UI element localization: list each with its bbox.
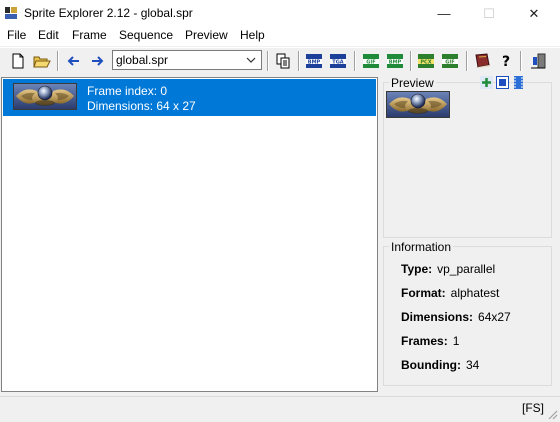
export-gif-icon: GIF	[442, 54, 458, 68]
forward-arrow-icon	[92, 56, 104, 66]
export-tga-icon: TGA	[330, 54, 346, 68]
status-bar: [FS]	[0, 396, 560, 422]
new-button[interactable]	[8, 51, 28, 71]
export-pcx-icon: PCX	[418, 54, 434, 68]
toolbar-separator	[267, 51, 268, 71]
preview-heading: Preview	[389, 76, 436, 90]
book-icon	[475, 53, 490, 68]
info-type-row: Type: vp_parallel	[401, 262, 495, 276]
list-item[interactable]: Frame index: 0 Dimensions: 64 x 27	[3, 79, 376, 116]
info-value: 1	[452, 334, 460, 348]
close-icon: ✕	[528, 5, 540, 21]
file-selector-value: global.spr	[116, 53, 169, 67]
frame-dimensions-label: Dimensions: 64 x 27	[87, 99, 196, 113]
toolbar-separator	[410, 51, 411, 71]
toolbar-separator	[466, 51, 467, 71]
svg-text:GIF: GIF	[445, 59, 454, 65]
menu-sequence[interactable]: Sequence	[119, 28, 173, 42]
window-title: Sprite Explorer 2.12 - global.spr	[24, 6, 193, 20]
menu-bar: File Edit Frame Sequence Preview Help	[0, 27, 560, 46]
information-panel: Information Type: vp_parallel Format: alph…	[383, 240, 552, 386]
maximize-button[interactable]: ☐	[467, 0, 511, 27]
info-value: alphatest	[450, 286, 500, 300]
open-folder-icon	[33, 56, 51, 68]
preview-panel: Preview	[383, 76, 552, 238]
svg-text:PCX: PCX	[420, 59, 431, 65]
help-button[interactable]: ?	[496, 51, 516, 71]
menu-help[interactable]: Help	[240, 28, 265, 42]
next-button[interactable]	[87, 51, 107, 71]
info-key: Dimensions:	[401, 310, 474, 324]
import-bmp-icon: BMP	[387, 54, 403, 68]
info-key: Type:	[401, 262, 433, 276]
minimize-button[interactable]: —	[422, 0, 466, 27]
export-bmp-button[interactable]: BMP	[304, 51, 324, 71]
open-button[interactable]	[32, 51, 52, 71]
info-dimensions-row: Dimensions: 64x27	[401, 310, 511, 324]
info-key: Format:	[401, 286, 446, 300]
svg-text:GIF: GIF	[366, 59, 375, 65]
maximize-icon: ☐	[483, 5, 495, 21]
exit-button[interactable]	[528, 51, 548, 71]
svg-text:BMP: BMP	[389, 59, 402, 65]
back-arrow-icon	[67, 56, 79, 66]
toolbar-separator	[57, 51, 58, 71]
export-gif-button[interactable]: GIF	[440, 51, 460, 71]
frame-thumbnail	[13, 83, 77, 110]
toolbar: global.spr BMP TGA GIF BMP PCX GIF ?	[0, 47, 560, 74]
menu-edit[interactable]: Edit	[38, 28, 59, 42]
copy-button[interactable]	[273, 51, 293, 71]
menu-preview[interactable]: Preview	[185, 28, 228, 42]
help-icon: ?	[502, 54, 510, 69]
export-tga-button[interactable]: TGA	[328, 51, 348, 71]
resize-grip-icon[interactable]	[547, 409, 559, 421]
svg-text:?: ?	[502, 54, 510, 69]
info-value: 64x27	[478, 310, 511, 324]
toolbar-separator	[354, 51, 355, 71]
svg-text:TGA: TGA	[332, 59, 344, 65]
info-key: Bounding:	[401, 358, 461, 372]
film-icon[interactable]	[512, 76, 525, 89]
info-format-row: Format: alphatest	[401, 286, 499, 300]
exit-icon	[531, 53, 546, 69]
minimize-icon: —	[437, 6, 451, 21]
add-icon[interactable]	[480, 76, 493, 89]
previous-button[interactable]	[64, 51, 84, 71]
info-key: Frames:	[401, 334, 448, 348]
status-indicator: [FS]	[521, 401, 544, 415]
info-value: vp_parallel	[437, 262, 496, 276]
toolbar-separator	[520, 51, 521, 71]
chevron-down-icon	[246, 57, 256, 63]
svg-text:BMP: BMP	[308, 59, 321, 65]
frame-index-label: Frame index: 0	[87, 84, 168, 98]
export-pcx-button[interactable]: PCX	[416, 51, 436, 71]
frame-list[interactable]: Frame index: 0 Dimensions: 64 x 27	[1, 77, 378, 392]
import-bmp-button[interactable]: BMP	[385, 51, 405, 71]
info-frames-row: Frames: 1	[401, 334, 459, 348]
manual-button[interactable]	[472, 51, 492, 71]
menu-frame[interactable]: Frame	[72, 28, 107, 42]
toolbar-separator	[298, 51, 299, 71]
import-gif-icon: GIF	[363, 54, 379, 68]
import-gif-button[interactable]: GIF	[361, 51, 381, 71]
copy-icon	[276, 53, 290, 69]
information-heading: Information	[389, 240, 454, 254]
title-bar: Sprite Explorer 2.12 - global.spr — ☐ ✕	[0, 0, 560, 27]
file-selector[interactable]: global.spr	[112, 50, 262, 70]
info-bounding-row: Bounding: 34	[401, 358, 479, 372]
fit-icon[interactable]	[496, 76, 509, 89]
app-icon	[4, 6, 18, 20]
new-file-icon	[12, 53, 24, 69]
menu-file[interactable]: File	[7, 28, 26, 42]
export-bmp-icon: BMP	[306, 54, 322, 68]
close-button[interactable]: ✕	[512, 0, 556, 27]
info-value: 34	[465, 358, 480, 372]
sprite-preview-image	[386, 91, 450, 118]
